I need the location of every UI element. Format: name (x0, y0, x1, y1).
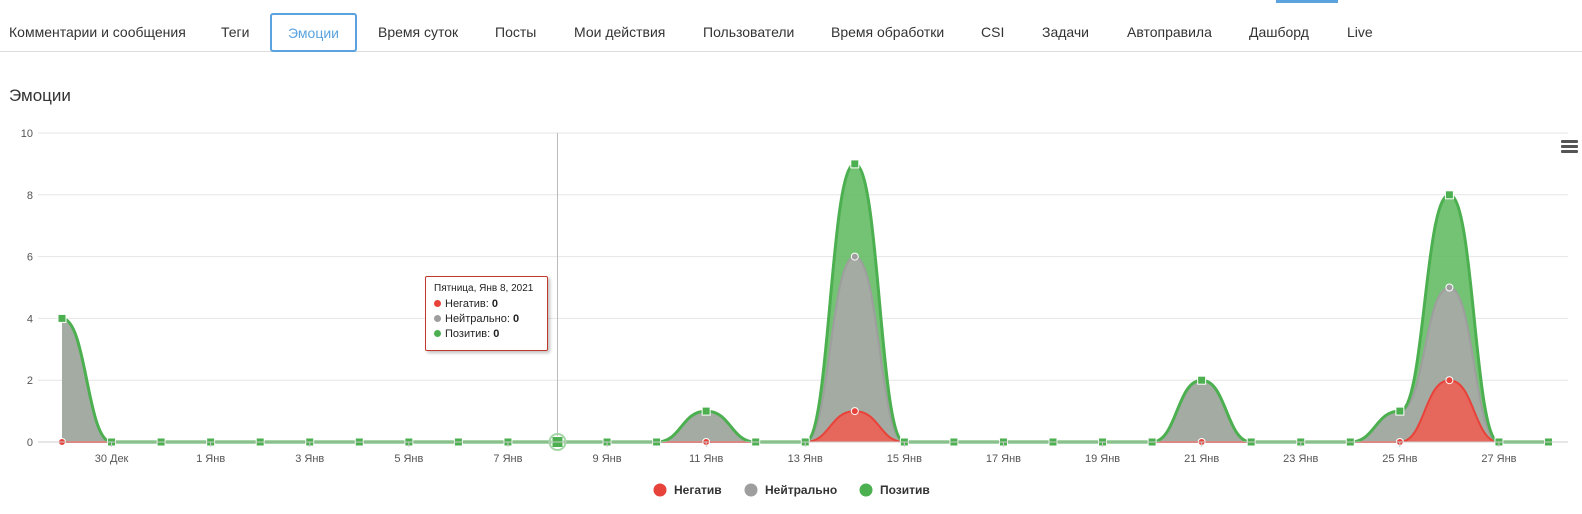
tab-10[interactable]: Задачи (1042, 12, 1089, 52)
tooltip-title: Пятница, Янв 8, 2021 (434, 283, 534, 294)
tab-9[interactable]: CSI (981, 12, 1004, 52)
legend-item-positive[interactable]: Позитив (859, 483, 930, 497)
point-negative (1445, 376, 1454, 385)
x-tick-label: 11 Янв (689, 453, 723, 465)
tab-1[interactable]: Комментарии и сообщения (9, 12, 186, 52)
tab-2[interactable]: Теги (221, 12, 249, 52)
x-tick-label: 27 Янв (1481, 453, 1516, 465)
y-tick-label: 0 (27, 437, 33, 449)
x-tick-label: 13 Янв (788, 453, 823, 465)
x-tick-label: 9 Янв (593, 453, 622, 465)
line-neutral (61, 255, 1549, 443)
emotions-chart: 0 2 4 6 8 10 30 Дек 1 Янв 3 Янв 5 Янв 7 Янв 9 Янв 11… (21, 128, 1568, 497)
legend-item-negative[interactable]: Негатив (653, 483, 722, 497)
topbar-accent (1276, 0, 1338, 3)
legend-dot-icon (744, 483, 758, 497)
positive-dot-icon (434, 330, 441, 337)
tab-3[interactable]: Эмоции (270, 13, 357, 52)
legend-label: Негатив (674, 483, 722, 497)
area-negative (62, 380, 1549, 442)
hamburger-menu-icon[interactable] (1561, 140, 1578, 154)
line-negative (62, 379, 1549, 443)
x-tick-label: 7 Янв (493, 453, 522, 465)
tab-4[interactable]: Время суток (378, 12, 458, 52)
x-tick-label: 1 Янв (196, 453, 225, 465)
tooltip-row-neutral: Нейтрально: 0 (434, 312, 547, 327)
tooltip-row-positive: Позитив: 0 (434, 327, 547, 342)
x-tick-label: 5 Янв (394, 453, 423, 465)
tooltip-row-negative: Негатив: 0 (434, 297, 547, 312)
legend-dot-icon (859, 483, 873, 497)
tab-6[interactable]: Мои действия (574, 12, 665, 52)
tab-12[interactable]: Дашборд (1249, 12, 1309, 52)
point-positive (1444, 190, 1454, 200)
legend-dot-icon (653, 483, 667, 497)
point-positive (701, 406, 711, 416)
tab-13[interactable]: Live (1347, 12, 1373, 52)
tab-5[interactable]: Посты (495, 12, 536, 52)
legend-label: Позитив (880, 483, 930, 497)
x-tick-label: 25 Янв (1382, 453, 1417, 465)
chart-tooltip: Пятница, Янв 8, 2021 Негатив: 0 Нейтраль… (425, 276, 548, 351)
negative-dot-icon (434, 300, 441, 307)
tab-7[interactable]: Пользователи (703, 12, 794, 52)
point-neutral (850, 252, 859, 261)
point-negative (850, 407, 859, 416)
area-neutral (62, 256, 1549, 442)
line-positive (61, 162, 1549, 444)
tab-8[interactable]: Время обработки (831, 12, 944, 52)
y-tick-label: 6 (27, 252, 33, 264)
legend-item-neutral[interactable]: Нейтрально (744, 483, 838, 497)
x-tick-label: 15 Янв (887, 453, 922, 465)
legend-label: Нейтрально (765, 483, 837, 497)
x-tick-label: 23 Янв (1283, 453, 1318, 465)
tab-11[interactable]: Автоправила (1127, 12, 1212, 52)
neutral-dot-icon (434, 315, 441, 322)
y-tick-label: 4 (27, 313, 33, 325)
point-neutral (1445, 283, 1454, 292)
point-positive (850, 159, 860, 169)
point-positive (1395, 406, 1405, 416)
y-tick-label: 8 (27, 190, 33, 202)
x-tick-label: 3 Янв (295, 453, 324, 465)
y-tick-label: 2 (27, 375, 33, 387)
page-title: Эмоции (9, 86, 71, 105)
point-positive (1197, 375, 1207, 385)
x-tick-label: 17 Янв (986, 453, 1021, 465)
x-tick-label: 19 Янв (1085, 453, 1120, 465)
x-tick-label: 30 Дек (95, 453, 129, 465)
y-tick-label: 10 (21, 128, 33, 140)
x-tick-label: 21 Янв (1184, 453, 1219, 465)
area-positive (62, 163, 1549, 442)
point-positive (57, 313, 67, 323)
